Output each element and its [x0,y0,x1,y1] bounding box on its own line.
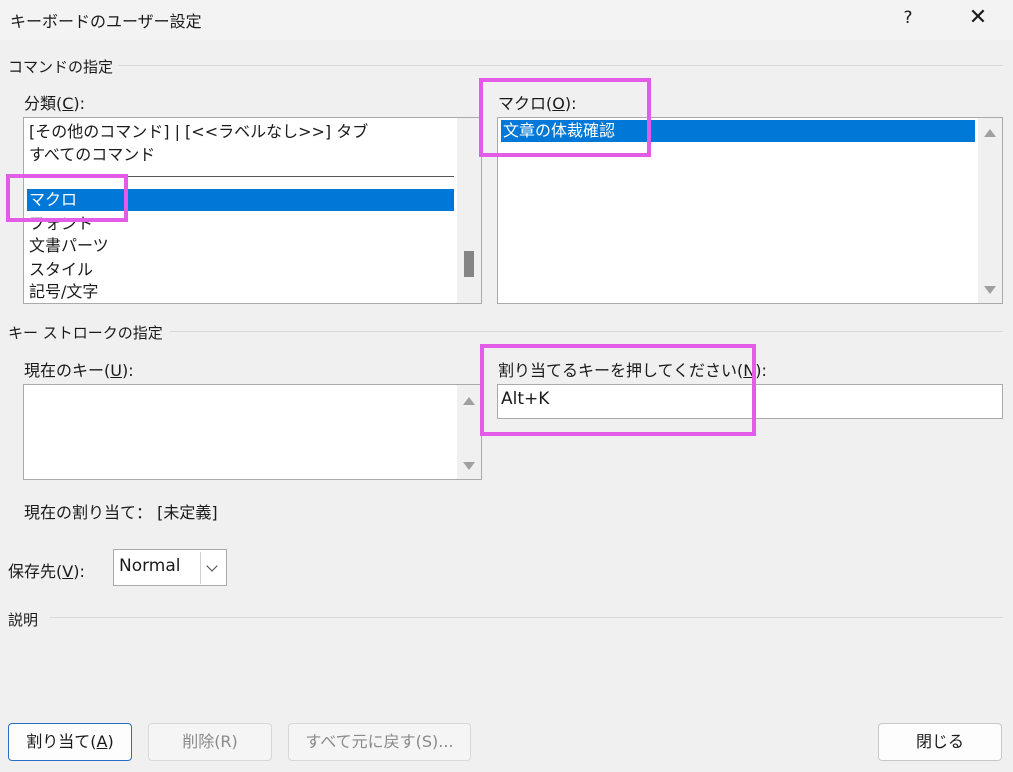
save-in-value: Normal [119,556,181,576]
chevron-down-icon [206,560,218,572]
list-item[interactable]: 記号/文字 [27,281,98,303]
scroll-down-icon[interactable] [463,462,475,470]
categories-scrollbar[interactable] [457,118,481,303]
window-title: キーボードのユーザー設定 [10,12,202,31]
current-keys-scrollbar[interactable] [457,385,481,479]
scroll-down-icon[interactable] [984,286,996,294]
description-label: 説明 [8,611,39,629]
current-keys-label: 現在のキー(U): [24,361,134,380]
save-in-label: 保存先(V): [8,562,85,581]
list-item[interactable]: すべてのコマンド [27,144,155,166]
highlight-box-category [6,174,128,222]
combo-dropdown-button[interactable] [200,552,224,584]
keystroke-group-label: キー ストロークの指定 [8,324,163,342]
list-item[interactable]: [その他のコマンド] | [<<ラベルなし>>] タブ [27,121,368,143]
commands-group-divider [118,65,1003,66]
help-button[interactable]: ? [894,4,922,32]
list-item[interactable]: 文書パーツ [27,235,109,257]
list-item[interactable]: スタイル [27,259,93,281]
scroll-up-icon[interactable] [463,397,475,405]
reset-all-button[interactable]: すべて元に戻す(S)... [288,723,471,761]
highlight-box-macro [479,78,651,157]
scroll-thumb[interactable] [464,251,474,277]
commands-group-label: コマンドの指定 [8,58,114,76]
save-in-combo[interactable]: Normal [113,549,227,586]
current-assignment: 現在の割り当て： [未定義] [24,503,218,522]
close-button[interactable]: 閉じる [878,723,1002,761]
macros-scrollbar[interactable] [978,118,1002,303]
close-icon[interactable]: ✕ [960,2,996,34]
categories-label: 分類(C): [24,94,86,113]
assign-button[interactable]: 割り当て(A) [8,723,132,761]
description-divider [50,617,1003,618]
highlight-box-shortcut [480,344,756,436]
scroll-up-icon[interactable] [984,129,996,137]
current-keys-listbox[interactable] [23,384,482,480]
keystroke-group-divider [170,331,1003,332]
delete-button[interactable]: 削除(R) [148,723,272,761]
